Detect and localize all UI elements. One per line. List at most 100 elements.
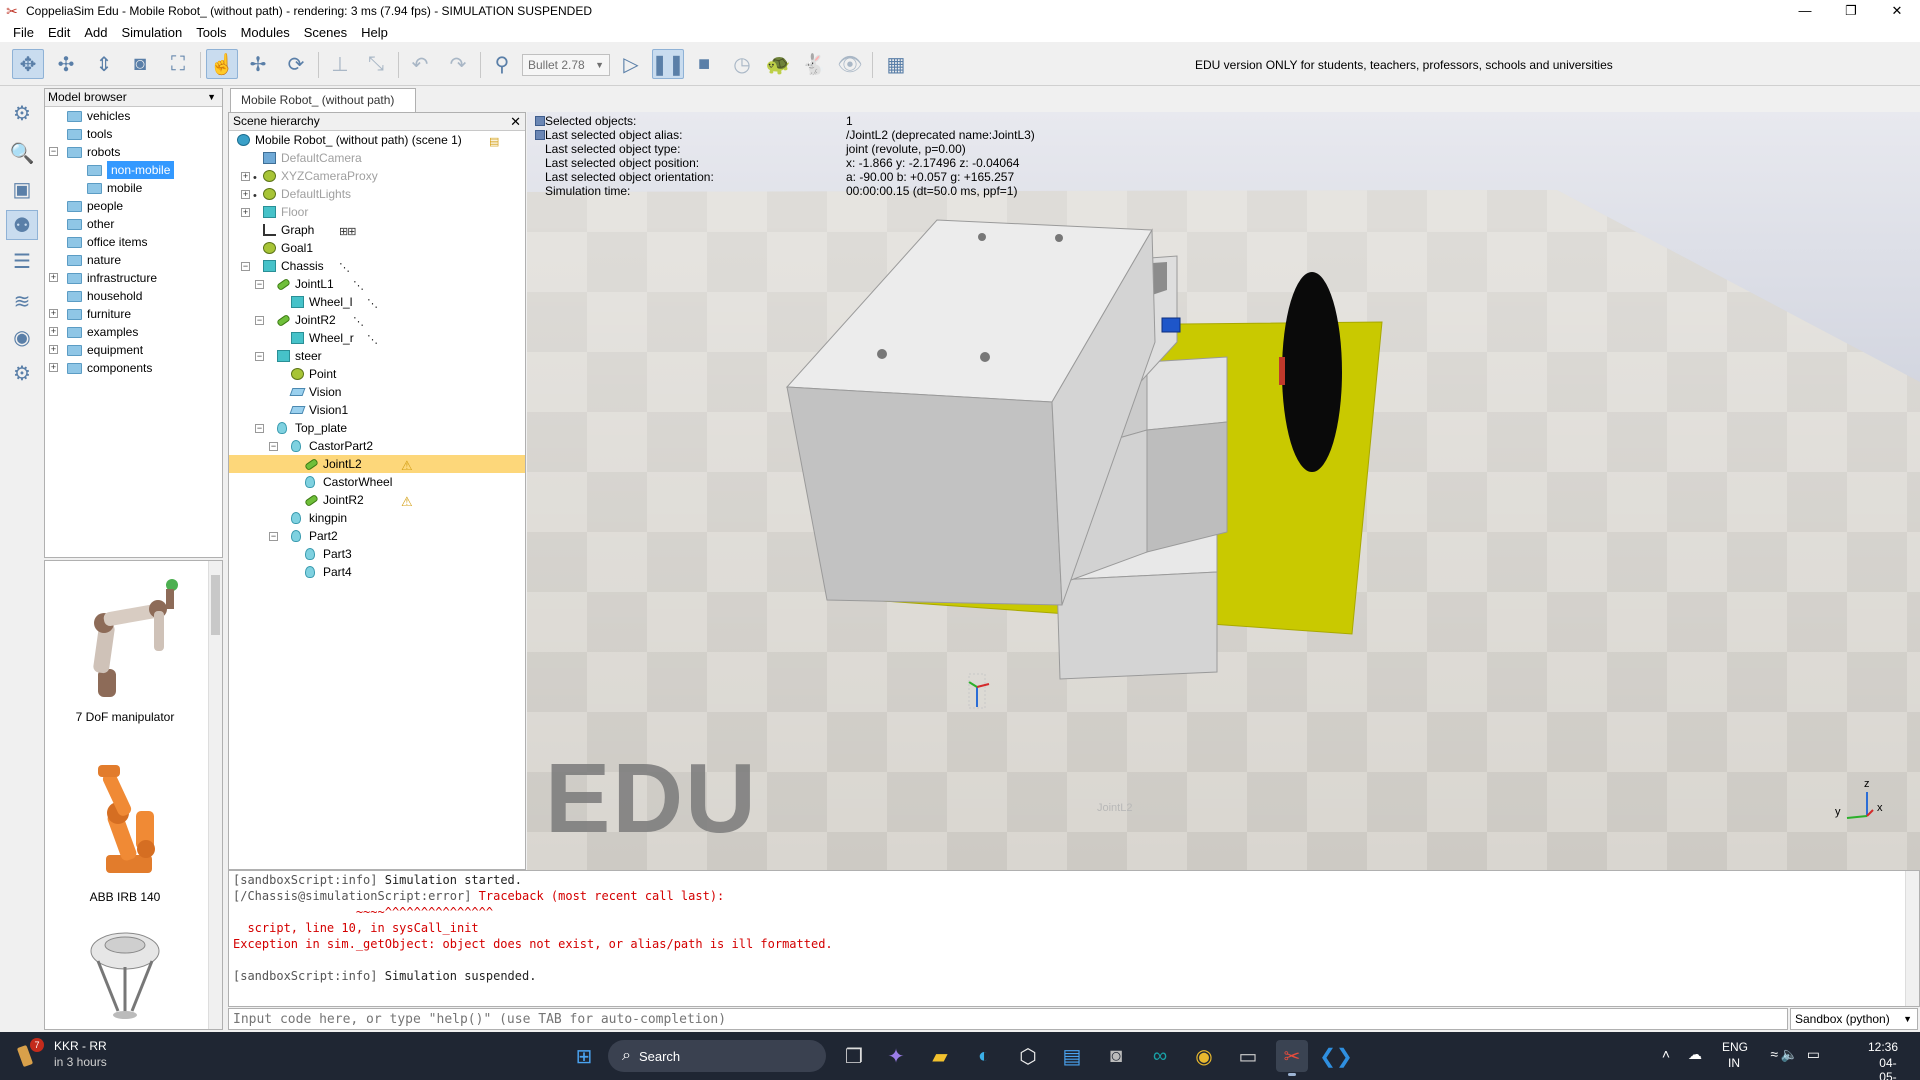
model-folder-non-mobile[interactable]: non-mobile xyxy=(45,161,222,179)
hierarchy-item-floor[interactable]: + Floor xyxy=(229,203,525,221)
hierarchy-item-kingpin[interactable]: kingpin xyxy=(229,509,525,527)
collapse-icon[interactable]: − xyxy=(255,316,264,325)
collapse-icon[interactable]: − xyxy=(255,280,264,289)
physics-engine-icon[interactable]: ⚲ xyxy=(486,49,518,79)
camera-angle-icon[interactable]: ◙ xyxy=(124,49,156,79)
pause-simulation-icon[interactable]: ❚❚ xyxy=(651,49,685,79)
hierarchy-item-top-plate[interactable]: − Top_plate xyxy=(229,419,525,437)
object-rotate-icon[interactable]: ⟳ xyxy=(280,49,312,79)
model-folder-people[interactable]: people xyxy=(45,197,222,215)
camera-rotate-icon[interactable]: ✣ xyxy=(50,49,82,79)
sandbox-language-select[interactable]: Sandbox (python) ▼ xyxy=(1790,1008,1918,1030)
language-top[interactable]: ENG xyxy=(1722,1040,1748,1054)
weather-widget[interactable]: 7 KKR - RR in 3 hours xyxy=(16,1038,107,1070)
page-selector-icon[interactable]: ▦ xyxy=(880,49,912,79)
close-icon[interactable]: ✕ xyxy=(1874,0,1920,22)
hierarchy-item-jointr2[interactable]: − JointR2 ⋱ xyxy=(229,311,525,329)
terminal-icon[interactable]: ▭ xyxy=(1232,1040,1264,1072)
vscode-icon[interactable]: ❮❯ xyxy=(1319,1040,1353,1072)
hierarchy-item-jointl1[interactable]: − JointL1 ⋱ xyxy=(229,275,525,293)
transfer-dna-icon[interactable]: ⤡ xyxy=(360,49,392,79)
model-folder-office-items[interactable]: office items xyxy=(45,233,222,251)
cloud-icon[interactable]: ☁ xyxy=(1688,1046,1702,1063)
model-folder-tools[interactable]: tools xyxy=(45,125,222,143)
windows-start-icon[interactable]: ⊞ xyxy=(568,1040,600,1072)
coppeliasim-icon[interactable]: ✂ xyxy=(1276,1040,1308,1076)
edge-icon[interactable]: ◐ xyxy=(968,1040,1000,1072)
simulation-settings-icon[interactable]: ⚙ xyxy=(6,98,38,128)
hierarchy-item-xyzcameraproxy[interactable]: + • XYZCameraProxy xyxy=(229,167,525,185)
hierarchy-item-vision[interactable]: Vision xyxy=(229,383,525,401)
model-thumbnail[interactable]: ABB IRB 140 xyxy=(45,751,205,904)
hierarchy-item-defaultlights[interactable]: + • DefaultLights xyxy=(229,185,525,203)
camera-pan-icon[interactable]: ✥ xyxy=(12,49,44,79)
close-icon[interactable]: ✕ xyxy=(510,113,521,130)
expand-icon[interactable]: + xyxy=(49,309,58,318)
arduino-icon[interactable]: ∞ xyxy=(1144,1040,1176,1072)
hierarchy-item-point[interactable]: Point xyxy=(229,365,525,383)
speed-up-icon[interactable]: 🐇 xyxy=(798,49,830,79)
command-input[interactable] xyxy=(229,1009,1787,1029)
stop-simulation-icon[interactable]: ■ xyxy=(688,49,720,79)
expand-icon[interactable]: + xyxy=(241,172,250,181)
menu-modules[interactable]: Modules xyxy=(234,25,297,40)
physics-engine-select[interactable]: Bullet 2.78 ▼ xyxy=(522,54,610,76)
hierarchy-item-part4[interactable]: Part4 xyxy=(229,563,525,581)
hierarchy-item-part2[interactable]: − Part2 xyxy=(229,527,525,545)
hierarchy-item-goal1[interactable]: Goal1 xyxy=(229,239,525,257)
collapse-icon[interactable]: − xyxy=(269,532,278,541)
model-folder-vehicles[interactable]: vehicles xyxy=(45,107,222,125)
hierarchy-item-mobile-robot-without-path-scene-1-[interactable]: Mobile Robot_ (without path) (scene 1) ▤ xyxy=(229,131,525,149)
expand-icon[interactable]: + xyxy=(49,363,58,372)
store-icon[interactable]: ▤ xyxy=(1056,1040,1088,1072)
menu-add[interactable]: Add xyxy=(77,25,114,40)
click-select-icon[interactable]: ☝ xyxy=(206,49,238,79)
scene-object-properties-icon[interactable]: 🔍 xyxy=(6,138,38,168)
hierarchy-item-jointl2[interactable]: JointL2 ⚠ xyxy=(229,455,525,473)
menu-simulation[interactable]: Simulation xyxy=(115,25,190,40)
undo-icon[interactable]: ↶ xyxy=(404,49,436,79)
volume-icon[interactable]: 🔈 xyxy=(1781,1046,1798,1063)
expand-icon[interactable]: + xyxy=(241,190,250,199)
assemble-icon[interactable]: ⊥ xyxy=(324,49,356,79)
scripts-icon[interactable]: ☰ xyxy=(6,246,38,276)
toggle-visualization-icon[interactable]: 👁 xyxy=(834,49,866,79)
model-thumbnail[interactable]: 7 DoF manipulator xyxy=(45,571,205,724)
hierarchy-item-castorwheel[interactable]: CastorWheel xyxy=(229,473,525,491)
real-time-icon[interactable]: ◷ xyxy=(726,49,758,79)
model-browser-header[interactable]: Model browser ▼ xyxy=(45,89,222,107)
calculation-modules-icon[interactable]: ▣ xyxy=(6,174,38,204)
maximize-icon[interactable]: ❐ xyxy=(1828,0,1874,22)
menu-tools[interactable]: Tools xyxy=(189,25,233,40)
scene-viewport[interactable]: Selected objects: 1 Last selected object a… xyxy=(527,112,1920,870)
collapse-icon[interactable]: − xyxy=(269,442,278,451)
minimize-icon[interactable]: — xyxy=(1782,0,1828,22)
slow-down-icon[interactable]: 🐢 xyxy=(762,49,794,79)
model-browser-icon[interactable]: ◉ xyxy=(6,322,38,352)
toggle-box-icon[interactable] xyxy=(535,130,545,140)
hierarchy-item-wheel-l[interactable]: Wheel_l ⋱ xyxy=(229,293,525,311)
expand-icon[interactable]: + xyxy=(49,345,58,354)
model-folder-examples[interactable]: + examples xyxy=(45,323,222,341)
wifi-icon[interactable]: ≈ xyxy=(1770,1046,1778,1062)
model-folder-household[interactable]: household xyxy=(45,287,222,305)
task-view-icon[interactable]: ❐ xyxy=(838,1040,870,1072)
fit-to-view-icon[interactable]: ⛶ xyxy=(162,49,194,79)
copilot-icon[interactable]: ✦ xyxy=(880,1040,912,1072)
camera-icon[interactable]: ◙ xyxy=(1100,1040,1132,1072)
hierarchy-item-defaultcamera[interactable]: DefaultCamera xyxy=(229,149,525,167)
tab-scene[interactable]: Mobile Robot_ (without path) xyxy=(230,88,416,112)
collapse-icon[interactable]: − xyxy=(49,147,58,156)
console-scrollbar[interactable] xyxy=(1905,871,1919,1006)
thumbnail-scrollbar[interactable] xyxy=(208,561,222,1029)
model-thumbnail[interactable] xyxy=(45,921,205,1029)
object-shift-icon[interactable]: ✢ xyxy=(242,49,274,79)
model-folder-furniture[interactable]: + furniture xyxy=(45,305,222,323)
model-folder-mobile[interactable]: mobile xyxy=(45,179,222,197)
expand-icon[interactable]: + xyxy=(241,208,250,217)
model-folder-components[interactable]: + components xyxy=(45,359,222,377)
start-simulation-icon[interactable]: ▷ xyxy=(615,49,647,79)
model-folder-nature[interactable]: nature xyxy=(45,251,222,269)
redo-icon[interactable]: ↷ xyxy=(442,49,474,79)
hierarchy-item-part3[interactable]: Part3 xyxy=(229,545,525,563)
